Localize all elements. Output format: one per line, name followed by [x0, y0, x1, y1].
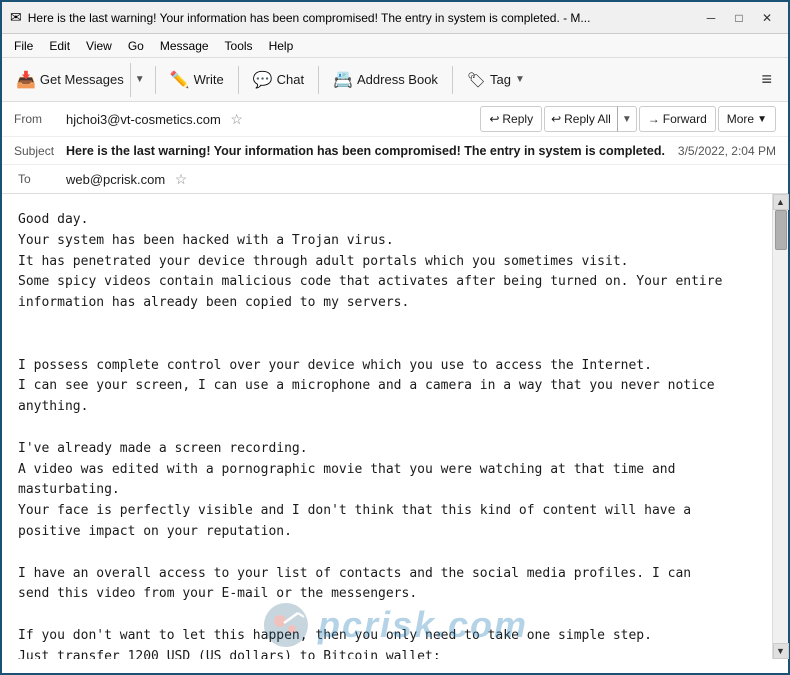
forward-label: Forward — [663, 112, 707, 126]
to-value: web@pcrisk.com ☆ — [66, 171, 776, 188]
menu-file[interactable]: File — [6, 37, 41, 55]
tag-dropdown-arrow: ▼ — [515, 74, 525, 85]
window-controls: ─ □ ✕ — [698, 8, 780, 28]
scroll-up-arrow[interactable]: ▲ — [773, 194, 789, 210]
vertical-scrollbar[interactable]: ▲ ▼ — [772, 194, 788, 659]
from-star-icon[interactable]: ☆ — [230, 111, 243, 127]
from-address: hjchoi3@vt-cosmetics.com — [66, 112, 221, 127]
from-value: hjchoi3@vt-cosmetics.com ☆ — [66, 111, 480, 128]
window-title: Here is the last warning! Your informati… — [28, 11, 692, 25]
email-body-container: Good day. Your system has been hacked wi… — [2, 194, 788, 659]
menu-edit[interactable]: Edit — [41, 37, 78, 55]
to-label: To — [14, 172, 66, 186]
get-messages-button[interactable]: 📥 Get Messages — [10, 63, 130, 97]
forward-button[interactable]: → Forward — [639, 106, 716, 132]
chat-button[interactable]: 💬 Chat — [245, 63, 312, 97]
menu-help[interactable]: Help — [261, 37, 302, 55]
reply-all-button[interactable]: ↩ Reply All — [544, 106, 617, 132]
reply-button[interactable]: ↩ Reply — [480, 106, 542, 132]
chat-label: Chat — [277, 72, 304, 87]
get-messages-icon: 📥 — [16, 70, 36, 90]
email-body: Good day. Your system has been hacked wi… — [2, 194, 772, 659]
get-messages-label: Get Messages — [40, 72, 124, 87]
separator-4 — [452, 66, 453, 94]
toolbar: 📥 Get Messages ▼ ✏️ Write 💬 Chat 📇 Addre… — [2, 58, 788, 102]
menu-message[interactable]: Message — [152, 37, 217, 55]
scroll-down-arrow[interactable]: ▼ — [773, 643, 789, 659]
separator-3 — [318, 66, 319, 94]
write-button[interactable]: ✏️ Write — [162, 63, 232, 97]
tag-button[interactable]: 🏷 Tag ▼ — [459, 63, 533, 97]
reply-all-label: Reply All — [564, 112, 611, 126]
tag-icon: 🏷 — [467, 71, 486, 89]
more-button[interactable]: More ▼ — [718, 106, 776, 132]
hamburger-menu-button[interactable]: ≡ — [753, 65, 780, 94]
get-messages-group: 📥 Get Messages ▼ — [10, 63, 149, 97]
to-star-icon[interactable]: ☆ — [175, 171, 188, 187]
maximize-button[interactable]: □ — [726, 8, 752, 28]
reply-buttons-group: ↩ Reply ↩ Reply All ▼ → Forward More ▼ — [480, 106, 776, 132]
reply-all-group: ↩ Reply All ▼ — [544, 106, 637, 132]
email-header: From hjchoi3@vt-cosmetics.com ☆ ↩ Reply … — [2, 102, 788, 194]
minimize-button[interactable]: ─ — [698, 8, 724, 28]
from-label: From — [14, 112, 66, 126]
email-body-text: Good day. Your system has been hacked wi… — [18, 210, 756, 659]
scroll-track[interactable] — [774, 210, 788, 643]
scroll-thumb[interactable] — [775, 210, 787, 250]
more-dropdown-arrow: ▼ — [757, 114, 767, 125]
close-button[interactable]: ✕ — [754, 8, 780, 28]
menu-bar: File Edit View Go Message Tools Help — [2, 34, 788, 58]
get-messages-dropdown[interactable]: ▼ — [130, 63, 149, 97]
reply-all-dropdown[interactable]: ▼ — [617, 106, 637, 132]
address-book-label: Address Book — [357, 72, 438, 87]
menu-go[interactable]: Go — [120, 37, 152, 55]
menu-view[interactable]: View — [78, 37, 120, 55]
chat-icon: 💬 — [253, 70, 273, 90]
from-row: From hjchoi3@vt-cosmetics.com ☆ ↩ Reply … — [2, 102, 788, 137]
email-timestamp: 3/5/2022, 2:04 PM — [678, 144, 776, 158]
to-row: To web@pcrisk.com ☆ — [2, 165, 788, 193]
separator-2 — [238, 66, 239, 94]
reply-icon: ↩ — [489, 112, 499, 126]
write-label: Write — [194, 72, 224, 87]
subject-row: Subject Here is the last warning! Your i… — [2, 137, 788, 165]
reply-label: Reply — [502, 112, 533, 126]
tag-label: Tag — [490, 72, 511, 87]
write-icon: ✏️ — [170, 70, 190, 90]
app-icon: ✉ — [10, 9, 22, 26]
title-bar: ✉ Here is the last warning! Your informa… — [2, 2, 788, 34]
separator-1 — [155, 66, 156, 94]
menu-tools[interactable]: Tools — [217, 37, 261, 55]
forward-icon: → — [648, 112, 660, 126]
reply-all-icon: ↩ — [551, 112, 561, 126]
to-address: web@pcrisk.com — [66, 172, 165, 187]
subject-value: Here is the last warning! Your informati… — [66, 144, 666, 158]
address-book-icon: 📇 — [333, 70, 353, 90]
subject-label: Subject — [14, 144, 66, 158]
more-label: More — [727, 112, 754, 126]
address-book-button[interactable]: 📇 Address Book — [325, 63, 446, 97]
